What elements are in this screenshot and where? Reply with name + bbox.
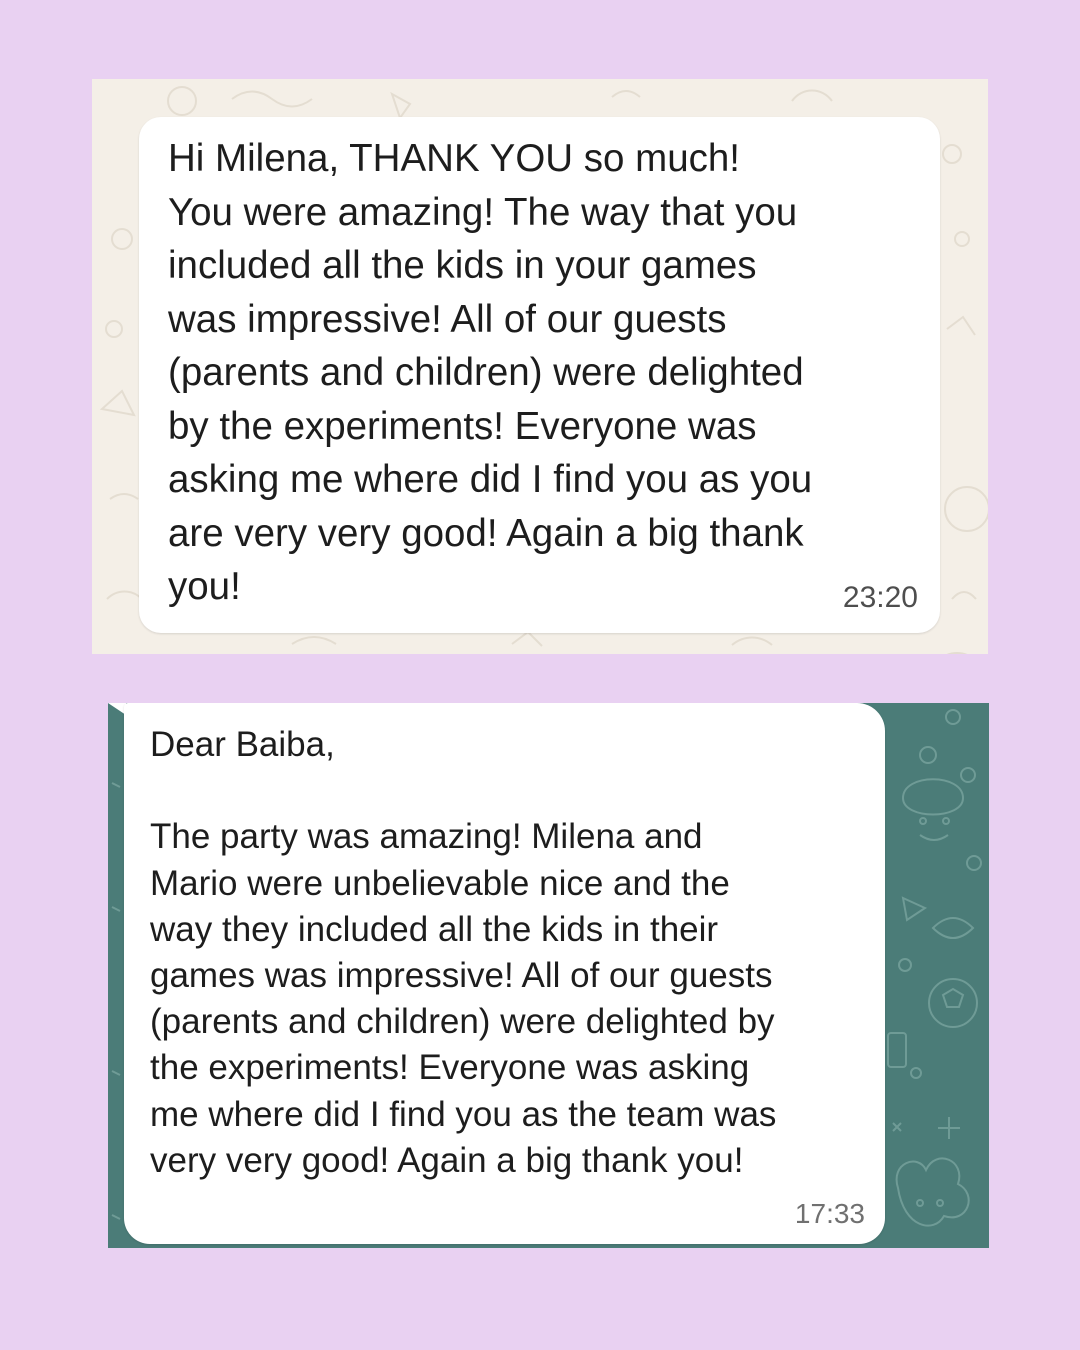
message-timestamp: 23:20 — [842, 581, 918, 614]
chat-screenshot-2: Dear Baiba, The party was amazing! Milen… — [108, 703, 989, 1248]
message-text: Dear Baiba, The party was amazing! Milen… — [150, 725, 777, 1180]
message-text: Hi Milena, THANK YOU so much! You were a… — [168, 137, 813, 608]
message-bubble: Hi Milena, THANK YOU so much! You were a… — [139, 117, 940, 633]
message-bubble: Dear Baiba, The party was amazing! Milen… — [124, 703, 885, 1244]
chat-screenshot-1: Hi Milena, THANK YOU so much! You were a… — [92, 79, 988, 654]
message-timestamp: 17:33 — [794, 1198, 865, 1229]
